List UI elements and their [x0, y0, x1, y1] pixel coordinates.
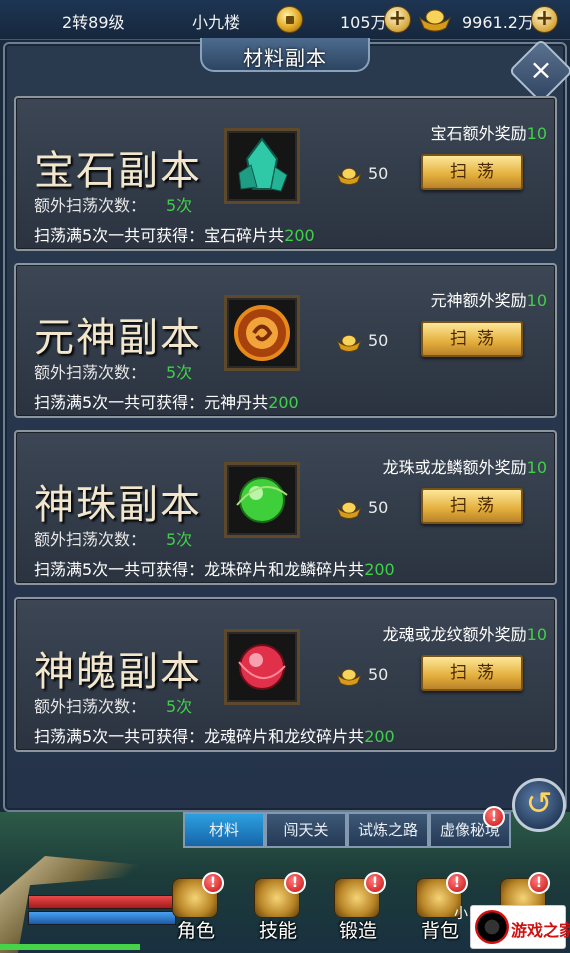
nav-label: 锻造 [338, 920, 377, 942]
extra-sweep-label: 额外扫荡次数： [34, 196, 147, 215]
dungeon-name: 神魄副本 [34, 649, 202, 695]
alert-badge-icon: ! [483, 806, 505, 828]
dungeon-name: 元神副本 [34, 315, 202, 361]
dragon-pearl-icon[interactable] [224, 462, 300, 538]
dungeon-name: 宝石副本 [34, 148, 202, 194]
bonus-reward: 龙魂或龙纹额外奖励10 [382, 625, 547, 644]
close-icon[interactable]: × [518, 48, 564, 94]
sweep-cost: 50 [368, 164, 389, 183]
gold-ingot-icon [336, 668, 362, 686]
dragon-soul-icon[interactable] [224, 629, 300, 705]
spirit-orb-icon[interactable] [224, 295, 300, 371]
coin-amount: 105万 [340, 13, 387, 32]
alert-badge-icon: ! [202, 872, 224, 894]
extra-sweep-label: 额外扫荡次数： [34, 530, 147, 549]
sweep-button[interactable]: 扫荡 [421, 154, 523, 190]
return-button[interactable]: ↺ [512, 778, 566, 832]
extra-sweep-count: 5次 [166, 196, 193, 215]
player-level: 2转89级 [62, 13, 125, 32]
bonus-reward: 元神额外奖励10 [430, 291, 547, 310]
dungeon-card-pearl: 神珠副本 龙珠或龙鳞额外奖励10 50 扫荡 额外扫荡次数： 5次 扫荡满5次一… [14, 430, 557, 585]
dungeon-card-soul: 神魄副本 龙魂或龙纹额外奖励10 50 扫荡 额外扫荡次数： 5次 扫荡满5次一… [14, 597, 557, 752]
bonus-reward: 龙珠或龙鳞额外奖励10 [382, 458, 547, 477]
sweep-button[interactable]: 扫荡 [421, 321, 523, 357]
mp-bar [28, 911, 176, 925]
gem-crystal-icon[interactable] [224, 128, 300, 204]
watermark-circle-icon [475, 910, 509, 944]
copper-coin-icon [276, 6, 303, 33]
add-coin-button[interactable]: + [384, 6, 411, 33]
extra-sweep-count: 5次 [166, 697, 193, 716]
gold-ingot-icon [336, 334, 362, 352]
gold-ingot-icon [418, 9, 452, 32]
watermark-small-text: 小 [454, 906, 468, 922]
sweep-cost: 50 [368, 665, 389, 684]
nav-label: 角色 [176, 920, 215, 942]
total-reward: 扫荡满5次一共可获得：龙魂碎片和龙纹碎片共200 [34, 727, 395, 746]
tab-trial-road[interactable]: 试炼之路 [347, 812, 429, 848]
alert-badge-icon: ! [284, 872, 306, 894]
tab-sky-pass[interactable]: 闯天关 [265, 812, 347, 848]
sweep-button[interactable]: 扫荡 [421, 488, 523, 524]
panel-title: 材料副本 [243, 46, 327, 70]
dungeon-card-gem: 宝石副本 宝石额外奖励10 50 扫荡 额外扫荡次数： 5次 扫荡满5次一共可获… [14, 96, 557, 251]
alert-badge-icon: ! [446, 872, 468, 894]
top-status-bar: 2转89级 小九楼 105万 + 9961.2万 + [0, 0, 570, 40]
nav-label: 技能 [258, 920, 297, 942]
ingot-amount: 9961.2万 [462, 13, 534, 32]
return-arrow-icon: ↺ [525, 784, 553, 822]
player-name: 小九楼 [192, 13, 241, 32]
total-reward: 扫荡满5次一共可获得：龙珠碎片和龙鳞碎片共200 [34, 560, 395, 579]
sweep-button[interactable]: 扫荡 [421, 655, 523, 691]
hp-bar [28, 895, 176, 909]
total-reward: 扫荡满5次一共可获得：宝石碎片共200 [34, 226, 315, 245]
dungeon-card-spirit: 元神副本 元神额外奖励10 50 扫荡 额外扫荡次数： 5次 扫荡满5次一共可获… [14, 263, 557, 418]
extra-sweep-label: 额外扫荡次数： [34, 363, 147, 382]
extra-sweep-count: 5次 [166, 530, 193, 549]
total-reward: 扫荡满5次一共可获得：元神丹共200 [34, 393, 299, 412]
watermark-logo: 游戏之家 [470, 905, 570, 949]
add-ingot-button[interactable]: + [531, 6, 558, 33]
bonus-reward: 宝石额外奖励10 [430, 124, 547, 143]
extra-sweep-label: 额外扫荡次数： [34, 697, 147, 716]
tab-materials[interactable]: 材料 [183, 812, 265, 848]
sweep-cost: 50 [368, 331, 389, 350]
alert-badge-icon: ! [364, 872, 386, 894]
gold-ingot-icon [336, 501, 362, 519]
dungeon-name: 神珠副本 [34, 482, 202, 528]
sweep-cost: 50 [368, 498, 389, 517]
xp-bar [0, 944, 140, 950]
extra-sweep-count: 5次 [166, 363, 193, 382]
watermark-text: 游戏之家 [511, 921, 570, 940]
gold-ingot-icon [336, 167, 362, 185]
alert-badge-icon: ! [528, 872, 550, 894]
